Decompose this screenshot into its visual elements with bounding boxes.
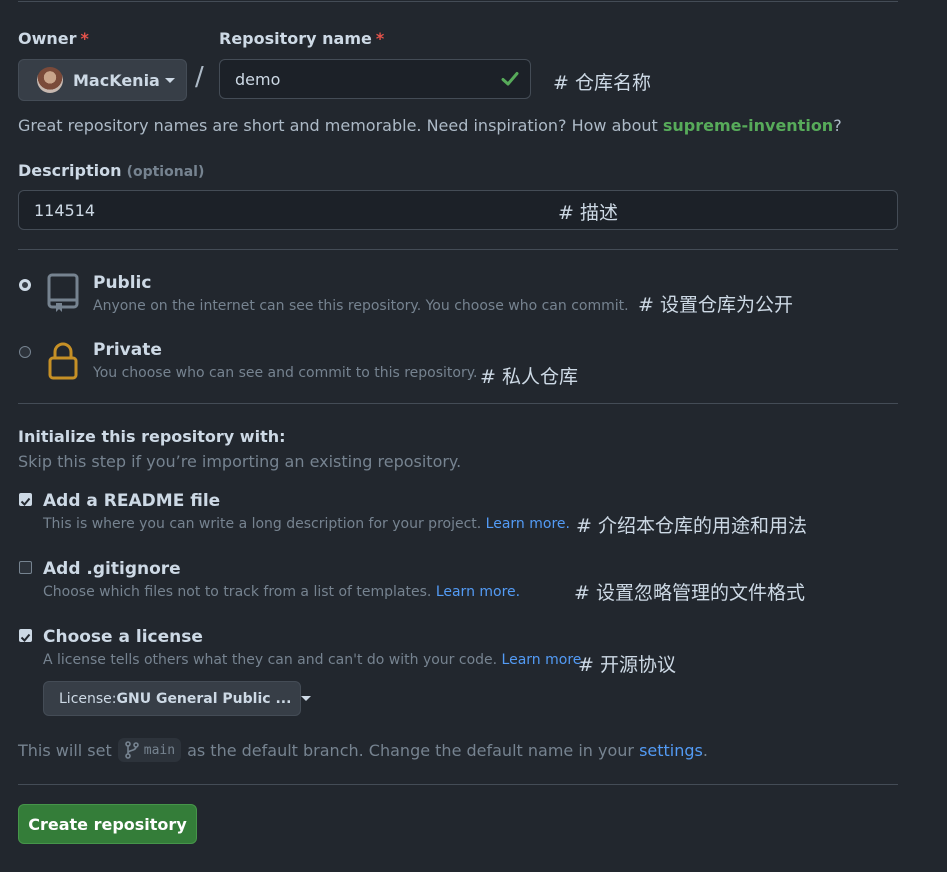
gitignore-annotation: # 设置忽略管理的文件格式 xyxy=(574,582,805,604)
git-branch-icon xyxy=(124,741,139,759)
gitignore-title: Add .gitignore xyxy=(43,559,181,579)
settings-link[interactable]: settings xyxy=(639,741,703,760)
gitignore-learn-more-link[interactable]: Learn more. xyxy=(436,584,520,600)
license-title: Choose a license xyxy=(43,627,203,647)
license-annotation: # 开源协议 xyxy=(578,654,676,676)
repo-name-annotation: # 仓库名称 xyxy=(553,72,651,94)
create-repository-button[interactable]: Create repository xyxy=(18,804,197,844)
init-title: Initialize this repository with: xyxy=(18,427,286,446)
repo-icon xyxy=(47,273,79,312)
readme-checkbox[interactable] xyxy=(19,493,32,506)
license-learn-more-link[interactable]: Learn more. xyxy=(502,652,586,668)
private-desc: You choose who can see and commit to thi… xyxy=(93,365,478,381)
private-title: Private xyxy=(93,340,162,360)
owner-value: MacKenia xyxy=(73,70,160,90)
gitignore-desc: Choose which files not to track from a l… xyxy=(43,584,521,600)
private-annotation: # 私人仓库 xyxy=(480,366,578,388)
description-label: Description (optional) xyxy=(18,161,205,180)
branch-badge: main xyxy=(117,738,182,762)
divider xyxy=(18,403,898,404)
license-desc: A license tells others what they can and… xyxy=(43,652,586,668)
avatar xyxy=(37,67,63,93)
description-value: 114514 xyxy=(34,200,96,220)
repo-name-value: demo xyxy=(235,69,281,89)
public-annotation: # 设置仓库为公开 xyxy=(638,294,793,316)
divider xyxy=(18,249,898,250)
readme-annotation: # 介绍本仓库的用途和用法 xyxy=(576,515,807,537)
repo-name-input[interactable]: demo xyxy=(219,59,531,99)
owner-label: Owner * xyxy=(18,29,89,48)
top-divider xyxy=(18,1,898,2)
description-annotation: # 描述 xyxy=(558,202,618,224)
description-input[interactable]: 114514 xyxy=(18,190,898,230)
license-select[interactable]: License: GNU General Public ... xyxy=(43,681,312,716)
name-suggestion-link[interactable]: supreme-invention xyxy=(663,116,833,135)
license-select-prefix: License: xyxy=(59,690,117,707)
init-subtitle: Skip this step if you’re importing an ex… xyxy=(18,452,462,471)
gitignore-checkbox[interactable] xyxy=(19,561,32,574)
repo-name-label: Repository name * xyxy=(219,29,385,48)
check-icon xyxy=(501,72,519,86)
public-desc: Anyone on the internet can see this repo… xyxy=(93,298,629,314)
divider xyxy=(18,784,898,785)
readme-title: Add a README file xyxy=(43,491,221,511)
license-select-value: GNU General Public ... xyxy=(116,690,292,707)
caret-down-icon xyxy=(164,77,175,83)
caret-down-icon xyxy=(301,696,312,701)
public-title: Public xyxy=(93,273,152,293)
readme-desc: This is where you can write a long descr… xyxy=(43,516,570,532)
license-checkbox[interactable] xyxy=(19,629,32,642)
public-radio[interactable] xyxy=(19,279,31,291)
default-branch-note: This will set main as the default branch… xyxy=(18,738,708,762)
owner-select[interactable]: MacKenia xyxy=(18,59,187,101)
readme-learn-more-link[interactable]: Learn more. xyxy=(486,516,570,532)
owner-separator: / xyxy=(195,62,204,92)
repo-name-hint: Great repository names are short and mem… xyxy=(18,116,842,135)
lock-icon xyxy=(48,342,78,380)
private-radio[interactable] xyxy=(19,346,31,358)
